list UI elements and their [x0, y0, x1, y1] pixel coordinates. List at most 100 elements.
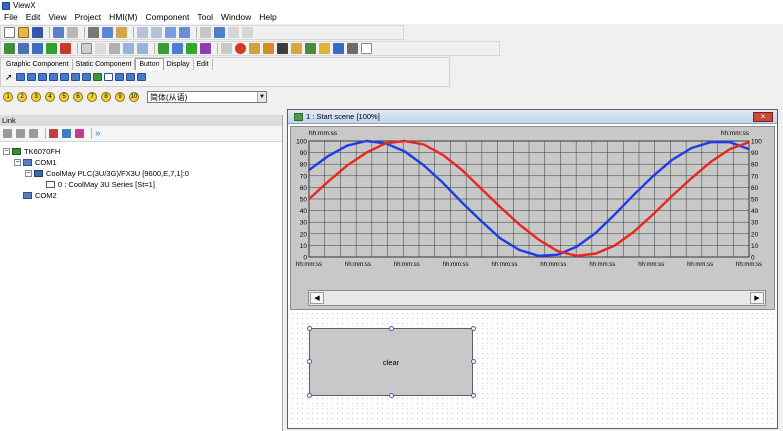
zoom-in-icon[interactable]: [123, 43, 134, 54]
rectangle-icon[interactable]: [221, 43, 232, 54]
selection-handle[interactable]: [307, 393, 312, 398]
tree-node-plc[interactable]: − CoolMay PLC(3U/3G)/FX3U [9600,E,7,1]:0: [0, 168, 282, 179]
function-key-9-icon[interactable]: 9: [115, 92, 125, 102]
function-key-1-icon[interactable]: 1: [3, 92, 13, 102]
recipe-icon[interactable]: [249, 43, 260, 54]
upload-icon[interactable]: [32, 43, 43, 54]
tree-node-com1[interactable]: − COM1: [0, 157, 282, 168]
grid-icon[interactable]: [95, 43, 106, 54]
remove-icon[interactable]: [29, 129, 38, 138]
function-button-icon[interactable]: [38, 73, 47, 81]
tree-node-root[interactable]: − TK6070FH: [0, 146, 282, 157]
scene-canvas[interactable]: 0 0 10 10 20 20 30 30 40 40 50 50 60 60 70 70 80 80 90 90 10…: [290, 126, 775, 426]
tab-static-component[interactable]: Static Component: [73, 59, 136, 70]
menu-window[interactable]: Window: [217, 11, 255, 24]
offline-simulate-icon[interactable]: [60, 43, 71, 54]
selection-handle[interactable]: [389, 393, 394, 398]
add-button-icon[interactable]: [93, 73, 102, 81]
order-icon[interactable]: [214, 27, 225, 38]
function-key-4-icon[interactable]: 4: [45, 92, 55, 102]
simulate-icon[interactable]: [46, 43, 57, 54]
new-file-icon[interactable]: [4, 27, 15, 38]
alarm-icon[interactable]: [263, 43, 274, 54]
tab-graphic-component[interactable]: Graphic Component: [3, 59, 73, 70]
menu-hmi[interactable]: HMI(M): [105, 11, 141, 24]
trend-chart-component[interactable]: 0 0 10 10 20 20 30 30 40 40 50 50 60 60 70 70 80 80 90 90 10…: [290, 126, 775, 310]
group-icon[interactable]: [179, 27, 190, 38]
pointer-icon[interactable]: ➚: [5, 73, 14, 82]
bit-button-icon[interactable]: [16, 73, 25, 81]
tree-node-station[interactable]: 0 : CoolMay 3U Series [St=1]: [0, 179, 282, 190]
menu-view[interactable]: View: [44, 11, 70, 24]
open-folder-icon[interactable]: [18, 27, 29, 38]
event-icon[interactable]: [277, 43, 288, 54]
language-select[interactable]: 简体(从语) ▼: [147, 91, 267, 103]
zoom-out-icon[interactable]: [137, 43, 148, 54]
layer-icon[interactable]: [200, 27, 211, 38]
save-icon[interactable]: [32, 27, 43, 38]
blank-button-icon[interactable]: [104, 73, 113, 81]
function-key-7-icon[interactable]: 7: [87, 92, 97, 102]
redo-icon[interactable]: [67, 27, 78, 38]
tab-button[interactable]: Button: [135, 58, 164, 70]
scroll-left-icon[interactable]: ◀: [310, 292, 324, 304]
data-transfer-icon[interactable]: [305, 43, 316, 54]
window-button-icon[interactable]: [115, 73, 124, 81]
distribute-icon[interactable]: [165, 27, 176, 38]
add-device-icon[interactable]: [3, 129, 12, 138]
close-button[interactable]: ×: [753, 111, 773, 122]
menu-edit[interactable]: Edit: [22, 11, 45, 24]
multi-state-button-icon[interactable]: [71, 73, 80, 81]
tree-node-com2[interactable]: COM2: [0, 190, 282, 201]
combo-button-icon[interactable]: [126, 73, 135, 81]
keypad-button-icon[interactable]: [60, 73, 69, 81]
function-key-6-icon[interactable]: 6: [73, 92, 83, 102]
settings-icon[interactable]: [347, 43, 358, 54]
menu-file[interactable]: File: [0, 11, 22, 24]
add-port-icon[interactable]: [16, 129, 25, 138]
screen-icon[interactable]: [81, 43, 92, 54]
list-button-icon[interactable]: [137, 73, 146, 81]
collapse-icon[interactable]: −: [25, 170, 32, 177]
function-key-5-icon[interactable]: 5: [59, 92, 69, 102]
fill-color-icon[interactable]: [158, 43, 169, 54]
compile-icon[interactable]: [4, 43, 15, 54]
function-key-10-icon[interactable]: 10: [129, 92, 139, 102]
paste-icon[interactable]: [116, 27, 127, 38]
chevron-down-icon[interactable]: ▼: [257, 92, 266, 102]
selection-handle[interactable]: [471, 326, 476, 331]
collapse-icon[interactable]: −: [14, 159, 21, 166]
selection-handle[interactable]: [307, 326, 312, 331]
menu-component[interactable]: Component: [141, 11, 193, 24]
zoom-device-icon[interactable]: [49, 129, 58, 138]
double-chevron-right-icon[interactable]: »: [95, 129, 104, 139]
search-icon[interactable]: [62, 129, 71, 138]
selection-handle[interactable]: [471, 359, 476, 364]
scroll-right-icon[interactable]: ▶: [750, 292, 764, 304]
function-key-3-icon[interactable]: 3: [31, 92, 41, 102]
zoom-fit-icon[interactable]: [109, 43, 120, 54]
text-color-icon[interactable]: [200, 43, 211, 54]
line-color-icon[interactable]: [172, 43, 183, 54]
message-icon[interactable]: [319, 43, 330, 54]
print-icon[interactable]: [333, 43, 344, 54]
tab-edit[interactable]: Edit: [194, 59, 213, 70]
align-right-icon[interactable]: [151, 27, 162, 38]
undo-icon[interactable]: [53, 27, 64, 38]
word-button-icon[interactable]: [27, 73, 36, 81]
toggle-button-icon[interactable]: [82, 73, 91, 81]
function-key-8-icon[interactable]: 8: [101, 92, 111, 102]
lock-icon[interactable]: [291, 43, 302, 54]
menu-tool[interactable]: Tool: [193, 11, 217, 24]
pen-icon[interactable]: [186, 43, 197, 54]
menu-project[interactable]: Project: [71, 11, 105, 24]
collapse-icon[interactable]: −: [3, 148, 10, 155]
tab-display[interactable]: Display: [164, 59, 194, 70]
copy-icon[interactable]: [102, 27, 113, 38]
menu-help[interactable]: Help: [255, 11, 280, 24]
function-key-2-icon[interactable]: 2: [17, 92, 27, 102]
selection-handle[interactable]: [389, 326, 394, 331]
download-icon[interactable]: [18, 43, 29, 54]
trend-scrollbar[interactable]: ◀ ▶: [308, 290, 766, 306]
copy-style-icon[interactable]: [228, 27, 239, 38]
